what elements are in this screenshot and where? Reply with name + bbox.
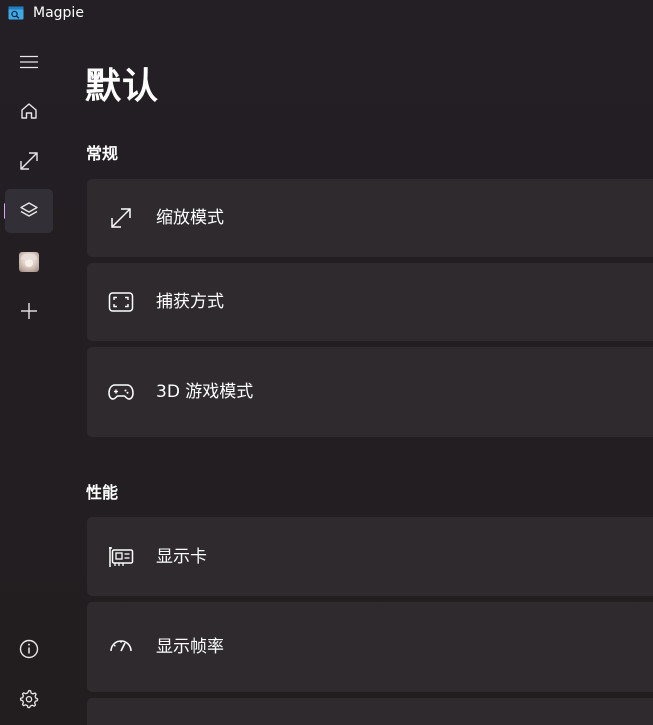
setting-card-show-fps[interactable]: 显示帧率 [87, 602, 653, 692]
scale-arrows-icon [107, 204, 135, 232]
nav-item-profiles[interactable] [5, 189, 53, 233]
setting-card-capture-method[interactable]: 捕获方式 [87, 263, 653, 341]
nav-add-profile-button[interactable] [5, 289, 53, 333]
capture-frame-icon [107, 288, 135, 316]
home-icon [21, 103, 37, 119]
speedometer-icon [107, 633, 135, 661]
title-bar: Magpie [0, 0, 653, 26]
setting-card-3d-game-mode[interactable]: 3D 游戏模式 [87, 347, 653, 437]
avatar [19, 252, 39, 272]
layers-icon [20, 202, 38, 217]
nav-item-profile-avatar[interactable] [5, 240, 53, 284]
setting-label: 显示卡 [156, 547, 207, 567]
graphics-card-icon [107, 543, 135, 571]
setting-card-partial[interactable] [87, 698, 653, 725]
magpie-logo-icon [8, 6, 24, 20]
setting-label: 捕获方式 [156, 292, 224, 312]
nav-item-about[interactable] [5, 627, 53, 671]
setting-label: 3D 游戏模式 [156, 382, 254, 402]
hamburger-menu-icon [20, 55, 38, 69]
section-title-performance: 性能 [86, 483, 119, 502]
settings-gear-icon [19, 689, 39, 709]
nav-item-settings[interactable] [5, 677, 53, 721]
app-title: Magpie [33, 5, 84, 21]
gamepad-icon [107, 378, 135, 406]
page-title: 默认 [85, 66, 160, 107]
setting-card-scaling-mode[interactable]: 缩放模式 [87, 179, 653, 257]
setting-label: 缩放模式 [156, 208, 224, 228]
scale-arrows-icon [20, 152, 38, 170]
info-icon [19, 639, 39, 659]
setting-label: 显示帧率 [156, 637, 224, 657]
nav-item-scaling[interactable] [5, 139, 53, 183]
magpie-window: Magpie 默认 常规 缩放模式 捕获方式 3D 游戏模式 性能 显示卡 显示… [0, 0, 653, 725]
section-title-general: 常规 [86, 144, 119, 163]
add-icon [21, 303, 37, 319]
nav-menu-toggle-button[interactable] [5, 40, 53, 84]
setting-card-graphics-card[interactable]: 显示卡 [87, 517, 653, 596]
nav-item-home[interactable] [5, 89, 53, 133]
